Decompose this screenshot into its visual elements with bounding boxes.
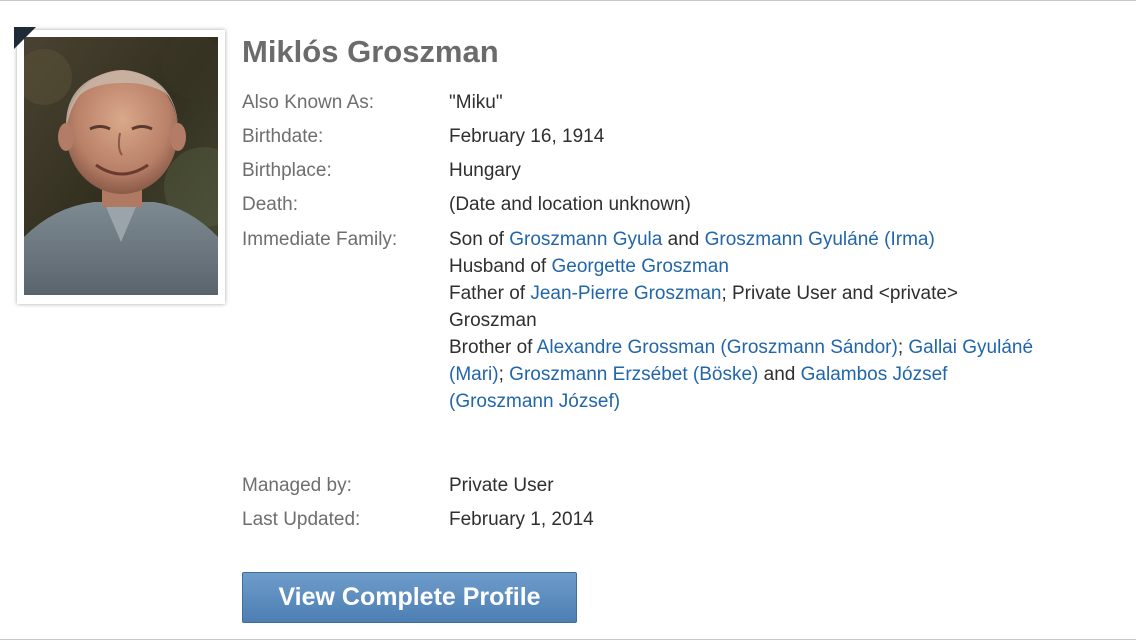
child-link[interactable]: Jean-Pierre Groszman	[530, 283, 721, 304]
separator-text: ;	[897, 337, 909, 358]
managed-value: Private User	[449, 475, 554, 496]
mother-link[interactable]: Groszmann Gyuláné (Irma)	[705, 229, 935, 250]
birthplace-value: Hungary	[449, 160, 521, 181]
death-label: Death:	[242, 194, 298, 215]
spouse-line: Husband of Georgette Groszman	[449, 253, 1099, 280]
parents-line: Son of Groszmann Gyula and Groszmann Gyu…	[449, 226, 1099, 253]
updated-value: February 1, 2014	[449, 509, 594, 530]
father-of-text: Father of	[449, 283, 531, 304]
children-line: Father of Jean-Pierre Groszman; Private …	[449, 280, 1099, 307]
sibling-link-1[interactable]: Alexandre Grossman (Groszmann Sándor)	[537, 337, 898, 358]
sibling-link-4[interactable]: Galambos József	[801, 364, 948, 385]
sibling-link-2[interactable]: Gallai Gyuláné	[908, 337, 1033, 358]
updated-label: Last Updated:	[242, 509, 361, 530]
separator-text-2: ;	[498, 364, 510, 385]
children-line-cont: Groszman	[449, 307, 1099, 334]
and-text-2: and	[758, 364, 801, 385]
birthplace-label: Birthplace:	[242, 160, 332, 181]
profile-name[interactable]: Miklós Groszman	[242, 34, 499, 70]
son-of-text: Son of	[449, 229, 510, 250]
and-text: and	[662, 229, 705, 250]
family-label: Immediate Family:	[242, 229, 398, 250]
aka-label: Also Known As:	[242, 92, 375, 113]
view-complete-profile-button[interactable]: View Complete Profile	[242, 572, 577, 623]
children-rest-text: ; Private User and <private>	[721, 283, 959, 304]
sibling-link-2-cont[interactable]: (Mari)	[449, 364, 499, 385]
father-link[interactable]: Groszmann Gyula	[509, 229, 662, 250]
siblings-line: Brother of Alexandre Grossman (Groszmann…	[449, 334, 1099, 361]
portrait-image	[24, 37, 218, 295]
death-value: (Date and location unknown)	[449, 194, 691, 215]
sibling-link-3[interactable]: Groszmann Erzsébet (Böske)	[509, 364, 758, 385]
siblings-line-3: (Groszmann József)	[449, 388, 1099, 415]
profile-photo[interactable]	[24, 37, 218, 295]
profile-photo-frame[interactable]	[14, 27, 225, 304]
birthdate-label: Birthdate:	[242, 126, 324, 147]
birthdate-value: February 16, 1914	[449, 126, 605, 147]
brother-of-text: Brother of	[449, 337, 537, 358]
managed-label: Managed by:	[242, 475, 352, 496]
aka-value: "Miku"	[449, 92, 503, 113]
profile-card: Miklós Groszman Also Known As: "Miku" Bi…	[0, 0, 1136, 640]
siblings-line-2: (Mari); Groszmann Erzsébet (Böske) and G…	[449, 361, 1099, 388]
wife-link[interactable]: Georgette Groszman	[551, 256, 728, 277]
sibling-link-4-cont[interactable]: (Groszmann József)	[449, 391, 620, 412]
children-rest-text-2: Groszman	[449, 310, 537, 331]
family-list: Son of Groszmann Gyula and Groszmann Gyu…	[449, 226, 1099, 415]
husband-of-text: Husband of	[449, 256, 552, 277]
memorial-ribbon-icon	[14, 27, 36, 49]
